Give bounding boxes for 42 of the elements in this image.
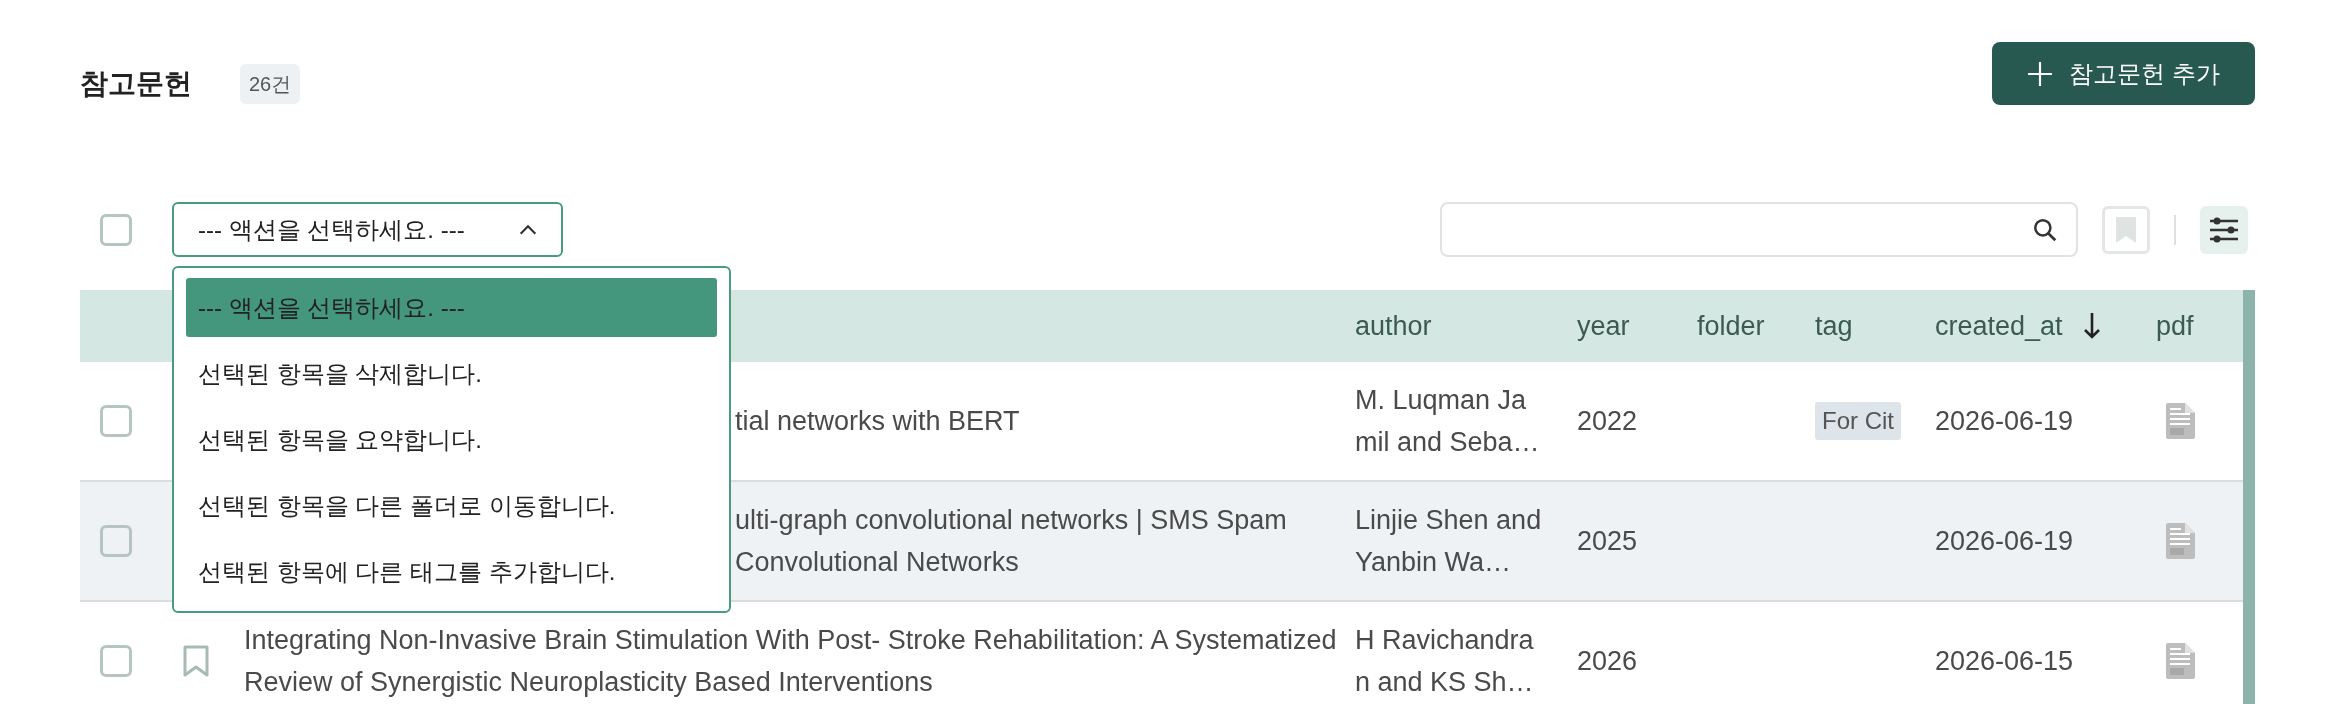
search-field[interactable] [1440, 202, 2078, 257]
document-icon[interactable] [2166, 523, 2195, 559]
created-date-text: 2026-06-19 [1935, 404, 2074, 438]
document-icon[interactable] [2166, 403, 2195, 439]
reference-title[interactable]: Convolutional Networks [735, 541, 1355, 583]
dropdown-option[interactable]: --- 액션을 선택하세요. --- [186, 278, 717, 337]
year-text: 2022 [1577, 404, 1638, 438]
row-checkbox[interactable] [100, 645, 132, 677]
select-all-checkbox[interactable] [100, 213, 132, 246]
row-checkbox[interactable] [100, 525, 132, 557]
bookmark-icon [2116, 216, 2136, 243]
year-text: 2025 [1577, 524, 1638, 558]
author-text: M. Luqman Jamil and Seba… [1355, 384, 1541, 459]
created-date-text: 2026-06-19 [1935, 524, 2074, 558]
column-header[interactable]: tag [1815, 305, 1853, 347]
tag-badge[interactable]: For Cit [1815, 402, 1901, 440]
add-reference-button[interactable]: 참고문헌 추가 [1992, 42, 2255, 105]
bookmark-filter-button[interactable] [2102, 205, 2150, 254]
created-date-text: 2026-06-15 [1935, 644, 2074, 678]
column-header[interactable]: pdf [2156, 305, 2194, 347]
reference-title[interactable]: tial networks with BERT [735, 400, 1355, 442]
column-header[interactable]: folder [1697, 305, 1765, 347]
reference-title[interactable]: ulti-graph convolutional networks | SMS Spam [735, 499, 1355, 541]
author-text: H Ravichandran and KS Sh… [1355, 624, 1535, 699]
row-checkbox[interactable] [100, 405, 132, 437]
column-header[interactable]: created_at [1935, 305, 2063, 347]
count-badge: 26건 [240, 64, 301, 104]
filter-settings-button[interactable] [2200, 205, 2248, 254]
year-text: 2026 [1577, 644, 1638, 678]
search-icon [2032, 216, 2058, 243]
sliders-icon [2210, 216, 2238, 243]
column-header[interactable]: author [1355, 305, 1432, 347]
scrollbar[interactable] [2243, 290, 2255, 704]
bookmark-icon[interactable] [183, 645, 209, 677]
plus-icon [2027, 60, 2054, 87]
action-select[interactable]: --- 액션을 선택하세요. --- [172, 202, 563, 257]
arrow-down-icon[interactable] [2082, 312, 2101, 340]
column-header[interactable]: year [1577, 305, 1630, 347]
author-text: Linjie Shen and Yanbin Wa… [1355, 504, 1543, 579]
document-icon[interactable] [2166, 643, 2195, 679]
page-title: 참고문헌 [80, 67, 192, 101]
reference-title[interactable]: Integrating Non-Invasive Brain Stimulation With Post- Stroke Rehabilitation: A Systematized Review of Synergistic Neuroplasticity Based Interventions [244, 619, 1339, 703]
